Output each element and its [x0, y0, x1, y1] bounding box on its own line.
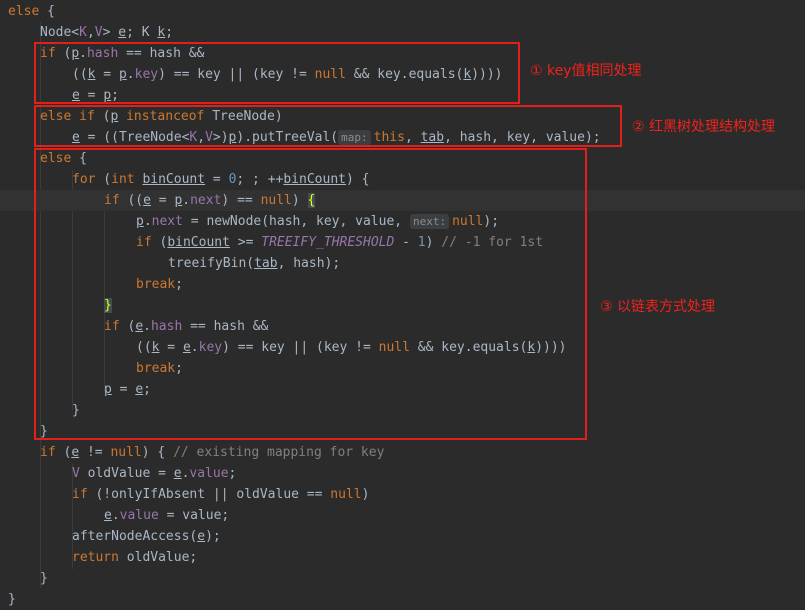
- code-line[interactable]: if (!onlyIfAbsent || oldValue == null): [72, 484, 805, 505]
- annotation-label-1: ① key值相同处理: [530, 63, 642, 79]
- code-line[interactable]: else {: [8, 1, 805, 22]
- annotation-box-linked-list: [34, 148, 587, 440]
- code-line[interactable]: }: [8, 589, 805, 610]
- annotation-box-tree-node: [34, 105, 622, 147]
- code-line[interactable]: if (e != null) { // existing mapping for…: [40, 442, 805, 463]
- code-line[interactable]: Node<K,V> e; K k;: [40, 22, 805, 43]
- annotation-label-3: ③ 以链表方式处理: [600, 299, 716, 315]
- annotation-box-key-match: [34, 42, 520, 104]
- code-line[interactable]: afterNodeAccess(e);: [72, 526, 805, 547]
- annotation-label-2: ② 红黑树处理结构处理: [632, 119, 776, 135]
- code-line[interactable]: V oldValue = e.value;: [72, 463, 805, 484]
- code-line[interactable]: return oldValue;: [72, 547, 805, 568]
- code-line[interactable]: }: [40, 568, 805, 589]
- code-line[interactable]: e.value = value;: [104, 505, 805, 526]
